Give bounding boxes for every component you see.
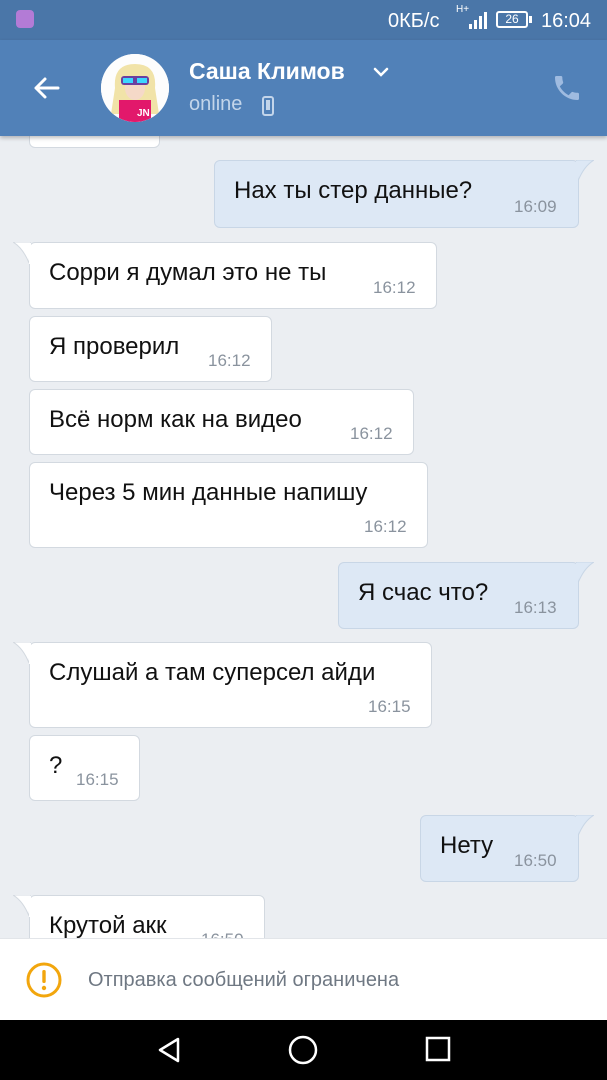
message-text: Крутой акк (49, 912, 167, 938)
message-bubble-incoming[interactable]: ? 16:15 (29, 735, 140, 801)
system-nav-bar (0, 1020, 607, 1080)
back-arrow-icon[interactable] (30, 72, 62, 104)
status-bar: 0КБ/с H+ 26 16:04 (0, 0, 607, 40)
message-text: Через 5 мин данные напишу (49, 479, 368, 506)
message-list[interactable]: Нах ты стер данные? 16:09 Сорри я думал … (0, 136, 607, 938)
phone-call-icon[interactable] (551, 72, 583, 104)
network-speed: 0КБ/с (388, 10, 440, 32)
avatar-badge-text: JN (137, 108, 150, 119)
message-bubble-incoming[interactable]: Слушай а там суперсел айди 16:15 (13, 642, 432, 728)
message-time: 16:12 (373, 278, 416, 297)
bubble-tail (13, 642, 31, 664)
message-time: 16:15 (76, 770, 119, 789)
restriction-notice: Отправка сообщений ограничена (88, 969, 400, 991)
avatar[interactable]: JN (101, 54, 169, 122)
message-time: 16:50 (201, 930, 244, 938)
chevron-down-icon[interactable] (372, 66, 390, 78)
bubble-tail (576, 562, 594, 584)
message-time: 16:12 (364, 517, 407, 536)
message-text: ? (49, 752, 63, 779)
message-text: Нету (440, 832, 494, 859)
bubble-tail (13, 895, 31, 917)
message-text: Всё норм как на видео (49, 406, 302, 433)
battery-tip (529, 16, 532, 23)
message-text: Сорри я думал это не ты (49, 259, 327, 286)
message-bubble-incoming[interactable]: Сорри я думал это не ты 16:12 (13, 242, 437, 309)
mobile-device-icon (262, 96, 274, 116)
battery-icon: 26 (496, 11, 528, 28)
battery-level: 26 (505, 12, 519, 26)
contact-status: online (189, 93, 243, 115)
warning-icon (26, 962, 62, 998)
message-text: Слушай а там суперсел айди (49, 659, 376, 686)
message-text: Нах ты стер данные? (234, 177, 473, 204)
bubble-tail (13, 242, 31, 264)
message-text: Я счас что? (358, 579, 489, 606)
app-notification-icon (16, 10, 34, 28)
message-bubble-incoming[interactable]: Через 5 мин данные напишу 16:12 (29, 462, 428, 548)
message-time: 16:09 (514, 197, 557, 216)
message-bubble-outgoing[interactable]: Я счас что? 16:13 (338, 562, 594, 629)
message-time: 16:12 (208, 351, 251, 370)
message-time: 16:13 (514, 598, 557, 617)
message-bubble-incoming[interactable]: Крутой акк 16:50 (13, 895, 265, 938)
message-bubble-outgoing[interactable]: Нету 16:50 (420, 815, 594, 882)
nav-recents-icon[interactable] (424, 1035, 452, 1063)
clock: 16:04 (541, 10, 592, 32)
signal-icon (469, 12, 487, 29)
chat-header: JN Саша Климов online (0, 40, 607, 136)
nav-back-icon[interactable] (154, 1035, 184, 1065)
messaging-restricted-bar: Отправка сообщений ограничена (0, 938, 607, 1021)
message-time: 16:12 (350, 424, 393, 443)
message-text: Я проверил (49, 333, 180, 360)
message-bubble-outgoing[interactable]: Нах ты стер данные? 16:09 (214, 160, 594, 228)
message-bubble-incoming[interactable]: Всё норм как на видео 16:12 (29, 389, 414, 455)
bubble-tail (576, 160, 594, 182)
message-bubble-incoming[interactable]: Я проверил 16:12 (29, 316, 272, 382)
bubble-tail (576, 815, 594, 837)
message-time: 16:15 (368, 697, 411, 716)
message-time: 16:50 (514, 851, 557, 870)
nav-home-icon[interactable] (287, 1034, 319, 1066)
message-bubble-partial (29, 136, 160, 148)
contact-name[interactable]: Саша Климов (189, 58, 345, 85)
